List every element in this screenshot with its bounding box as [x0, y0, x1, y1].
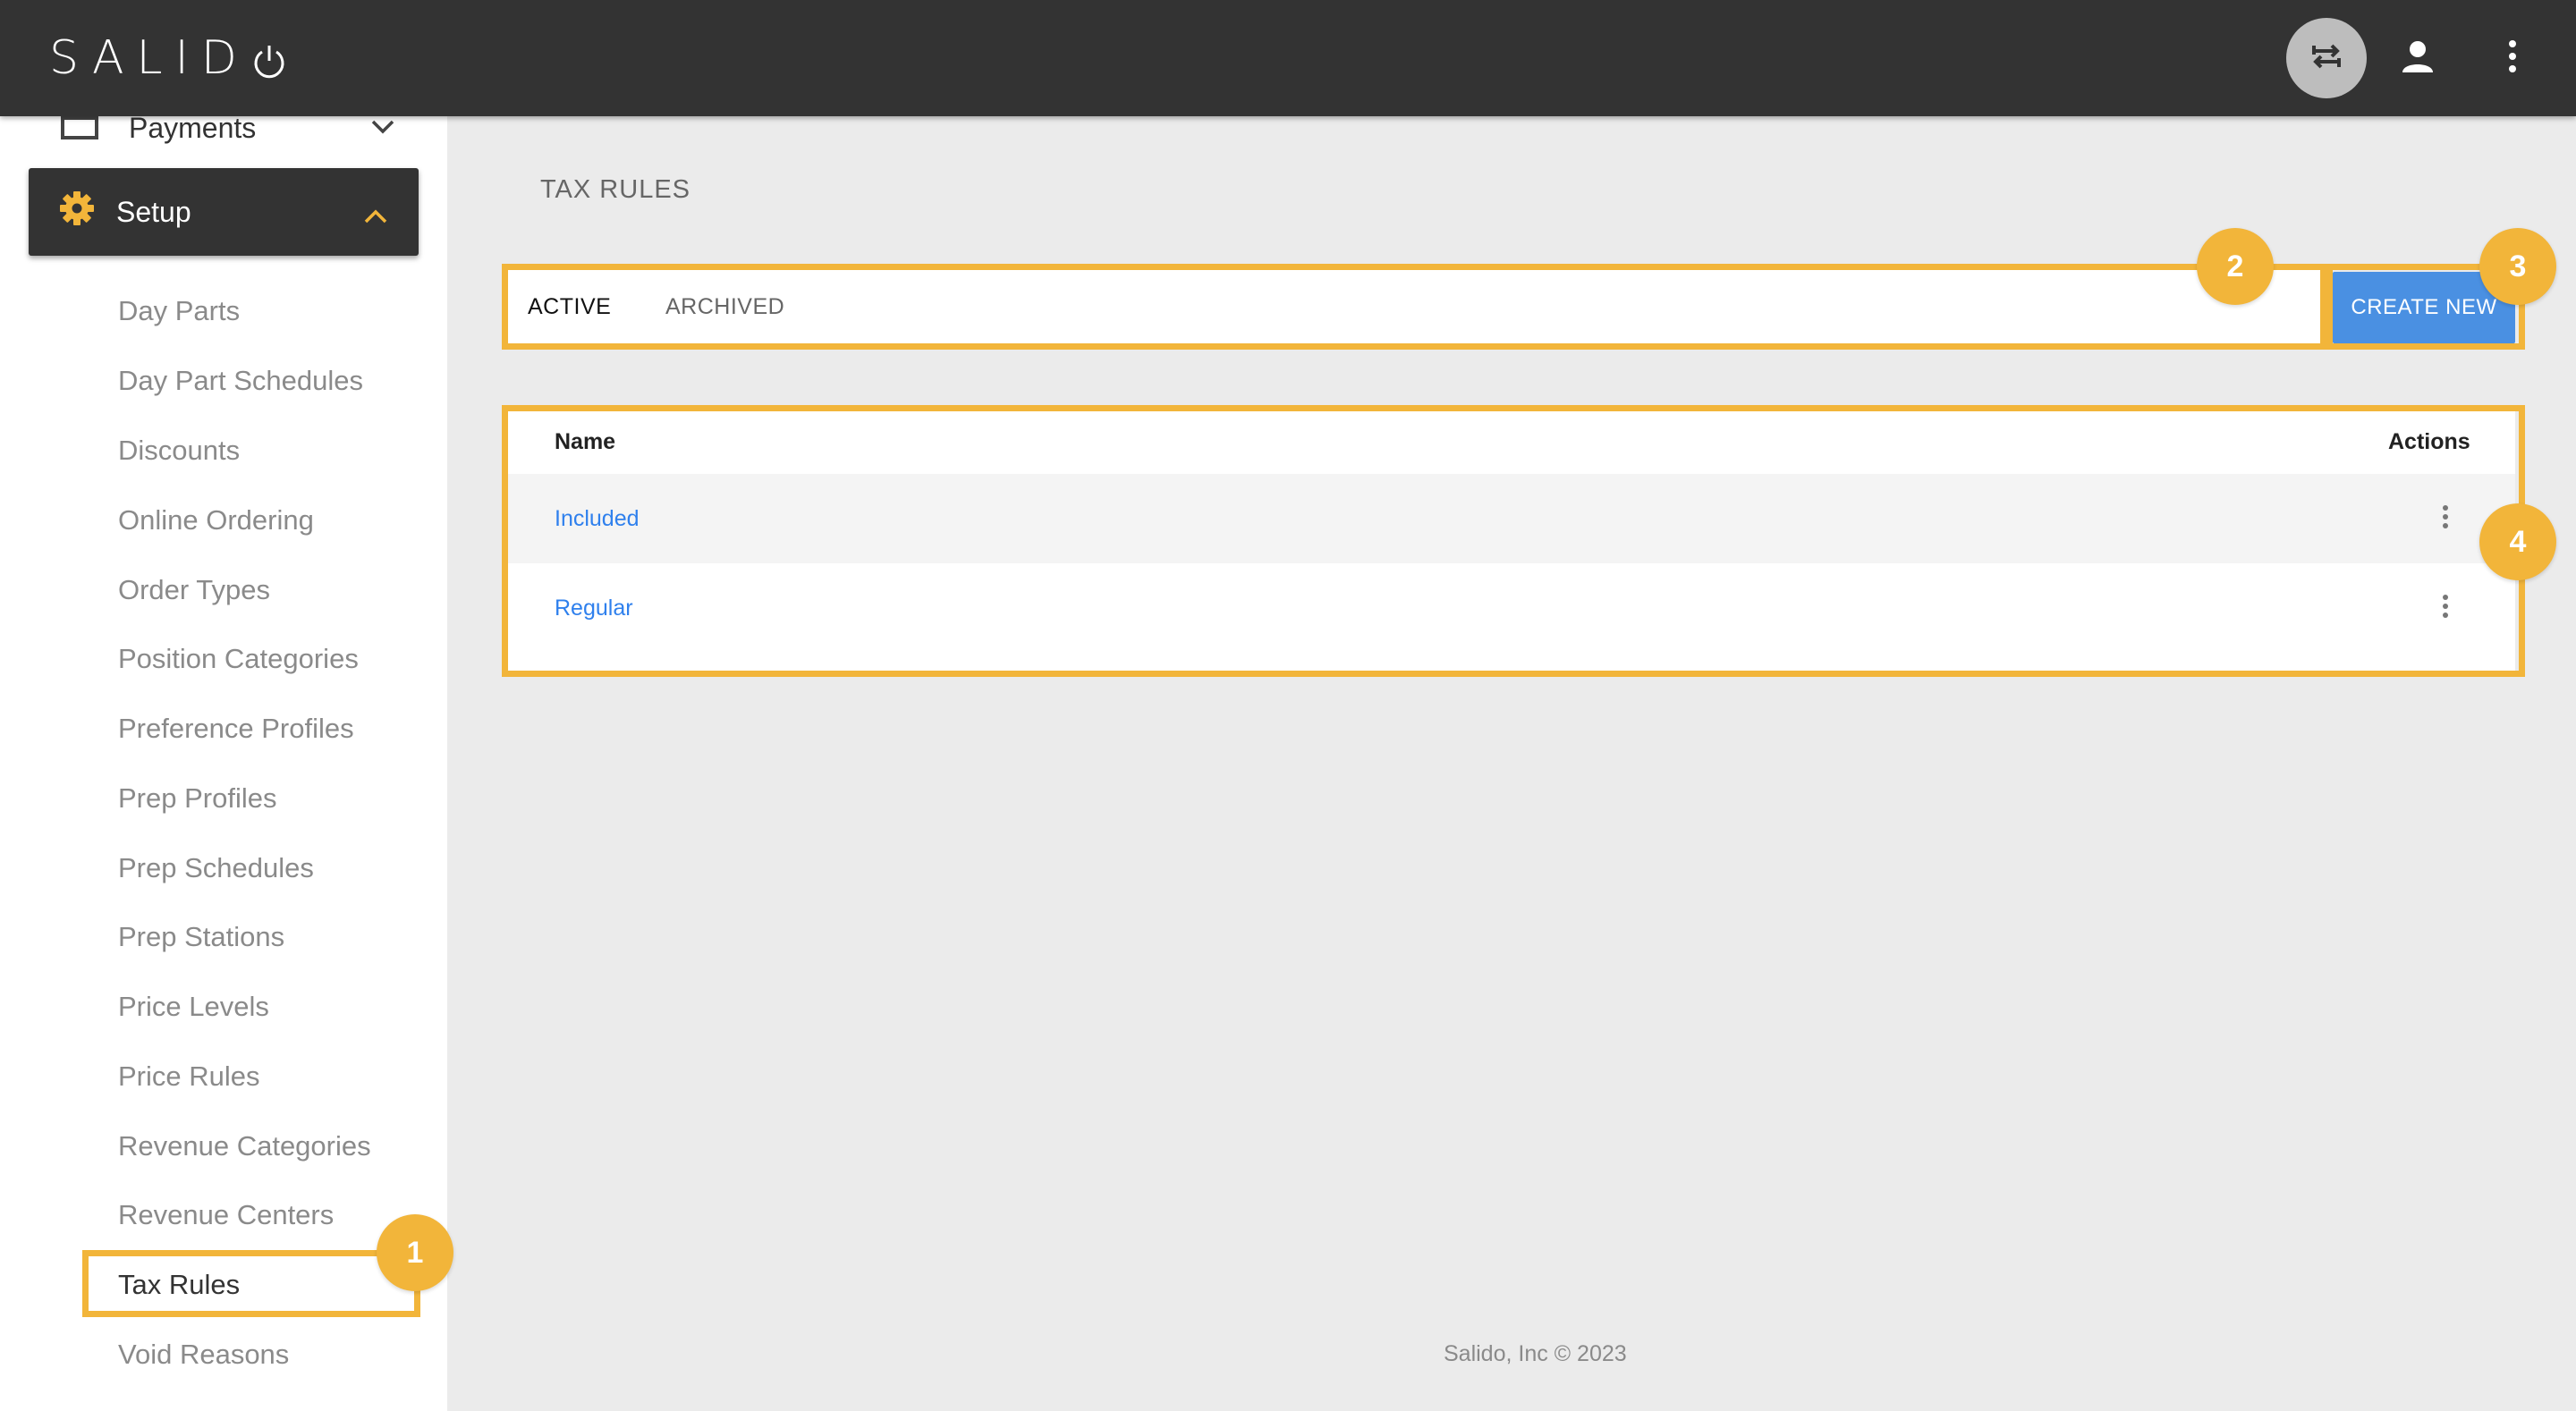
user-icon	[2400, 38, 2436, 79]
sidebar-item-preference-profiles[interactable]: Preference Profiles	[118, 706, 354, 751]
sidebar-item-price-rules[interactable]: Price Rules	[118, 1054, 260, 1099]
sidebar-item-payments[interactable]: Payments	[29, 116, 422, 150]
sidebar-item-void-reasons[interactable]: Void Reasons	[118, 1332, 289, 1377]
highlight-box-tax-rules	[82, 1250, 420, 1317]
more-menu-button[interactable]	[2472, 18, 2553, 98]
annotation-badge-1: 1	[377, 1214, 453, 1291]
logo-text: SALID	[49, 31, 250, 85]
top-app-bar: SALID	[0, 0, 2576, 116]
more-vert-icon	[2507, 38, 2518, 79]
sidebar-item-revenue-categories[interactable]: Revenue Categories	[118, 1124, 371, 1169]
chevron-down-icon	[370, 116, 395, 142]
gear-icon	[59, 190, 95, 233]
footer-copyright: Salido, Inc © 2023	[1444, 1341, 1627, 1366]
payments-icon	[61, 116, 98, 139]
highlight-box-tabs	[502, 264, 2326, 350]
sidebar-item-prep-profiles[interactable]: Prep Profiles	[118, 776, 276, 821]
switch-arrows-icon	[2307, 37, 2346, 80]
salido-logo[interactable]: SALID	[49, 27, 287, 89]
page-title: TAX RULES	[540, 175, 691, 204]
annotation-badge-2: 2	[2197, 228, 2274, 305]
annotation-badge-3: 3	[2479, 228, 2556, 305]
account-button[interactable]	[2377, 18, 2458, 98]
setup-label: Setup	[116, 195, 191, 228]
highlight-box-table	[502, 405, 2525, 677]
power-icon	[251, 40, 287, 79]
sidebar-item-prep-stations[interactable]: Prep Stations	[118, 915, 284, 959]
sidebar-item-revenue-centers[interactable]: Revenue Centers	[118, 1193, 334, 1238]
sidebar-item-prep-schedules[interactable]: Prep Schedules	[118, 846, 314, 891]
sidebar: Payments Setup Day Parts Day Part Schedu…	[0, 116, 447, 1411]
annotation-badge-4: 4	[2479, 503, 2556, 580]
sidebar-item-price-levels[interactable]: Price Levels	[118, 984, 269, 1029]
sidebar-item-setup[interactable]: Setup	[29, 168, 419, 256]
sidebar-item-day-part-schedules[interactable]: Day Part Schedules	[118, 359, 363, 403]
sidebar-item-order-types[interactable]: Order Types	[118, 568, 270, 613]
sidebar-item-day-parts[interactable]: Day Parts	[118, 289, 240, 334]
switch-location-button[interactable]	[2286, 18, 2367, 98]
chevron-up-icon	[363, 199, 388, 232]
sidebar-item-online-ordering[interactable]: Online Ordering	[118, 498, 314, 543]
payments-label: Payments	[129, 116, 257, 144]
sidebar-item-discounts[interactable]: Discounts	[118, 428, 240, 473]
sidebar-item-position-categories[interactable]: Position Categories	[118, 637, 359, 681]
